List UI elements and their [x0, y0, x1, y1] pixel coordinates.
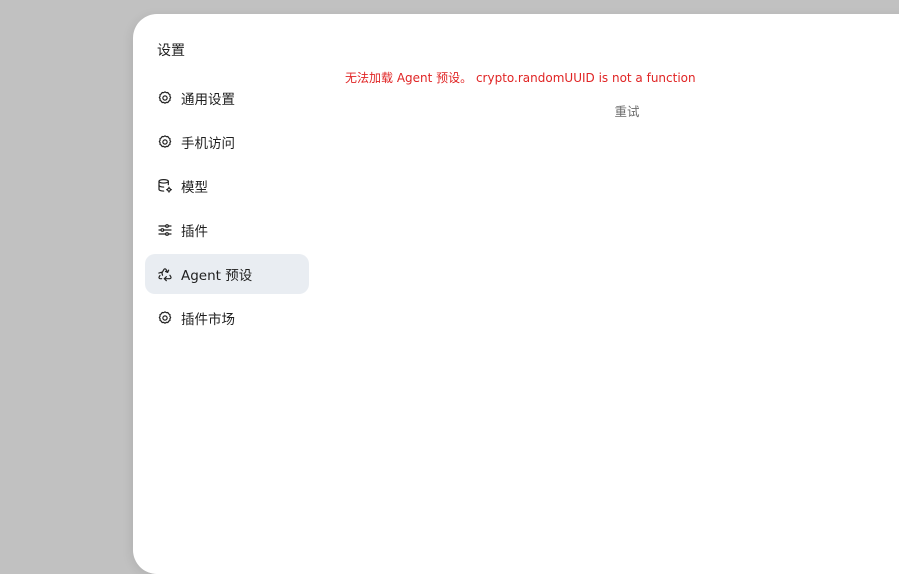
sidebar-item-plugins[interactable]: 插件 [145, 210, 309, 250]
error-message: 无法加载 Agent 预设。 crypto.randomUUID is not … [345, 71, 696, 85]
database-gear-icon [157, 178, 173, 194]
sidebar-item-models[interactable]: 模型 [145, 166, 309, 206]
sliders-icon [157, 222, 173, 238]
settings-panel: 设置 通用设置 手机访问 模型 插件 Agent 预设 插件市场 无法加载 Ag… [133, 14, 899, 574]
sidebar-item-label: 模型 [181, 180, 208, 196]
gear-icon [157, 134, 173, 150]
sidebar-item-general-settings[interactable]: 通用设置 [145, 78, 309, 118]
sidebar-item-label: 通用设置 [181, 92, 235, 108]
sidebar-item-label: 手机访问 [181, 136, 235, 152]
recycle-triangle-icon [157, 266, 173, 282]
sidebar-item-plugin-market[interactable]: 插件市场 [145, 298, 309, 338]
sidebar-item-label: 插件市场 [181, 312, 235, 328]
retry-button[interactable]: 重试 [603, 100, 651, 120]
sidebar-item-label: Agent 预设 [181, 268, 253, 284]
gear-icon [157, 310, 173, 326]
sidebar-item-label: 插件 [181, 224, 208, 240]
settings-title: 设置 [157, 43, 185, 59]
gear-icon [157, 90, 173, 106]
sidebar-item-mobile-access[interactable]: 手机访问 [145, 122, 309, 162]
sidebar-item-agent-presets[interactable]: Agent 预设 [145, 254, 309, 294]
